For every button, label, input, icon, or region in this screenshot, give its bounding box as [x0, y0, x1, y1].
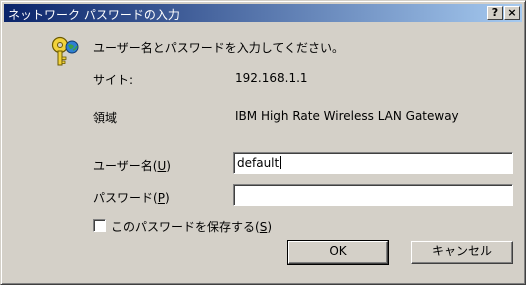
- dialog-window: ネットワーク パスワードの入力 ? × ユーザー名とパスワードを入力してください…: [0, 0, 526, 285]
- realm-value: IBM High Rate Wireless LAN Gateway: [235, 109, 459, 123]
- window-title: ネットワーク パスワードの入力: [8, 8, 180, 22]
- save-password-label[interactable]: このパスワードを保存する(S): [111, 218, 272, 235]
- ok-button[interactable]: OK: [287, 240, 389, 265]
- site-value: 192.168.1.1: [235, 71, 308, 85]
- save-password-checkbox[interactable]: [93, 219, 106, 232]
- title-bar[interactable]: ネットワーク パスワードの入力 ? ×: [4, 4, 522, 22]
- close-button[interactable]: ×: [504, 6, 520, 20]
- key-icon: [51, 36, 79, 66]
- prompt-text: ユーザー名とパスワードを入力してください。: [93, 41, 345, 55]
- site-label: サイト:: [93, 73, 134, 87]
- password-label: パスワード(P): [93, 191, 170, 205]
- help-button[interactable]: ?: [487, 6, 503, 20]
- text-caret: [280, 156, 282, 169]
- password-field[interactable]: [233, 184, 513, 206]
- username-field[interactable]: default: [233, 152, 513, 174]
- realm-label: 領域: [93, 111, 118, 125]
- username-label: ユーザー名(U): [93, 159, 171, 173]
- cancel-button[interactable]: キャンセル: [411, 241, 513, 264]
